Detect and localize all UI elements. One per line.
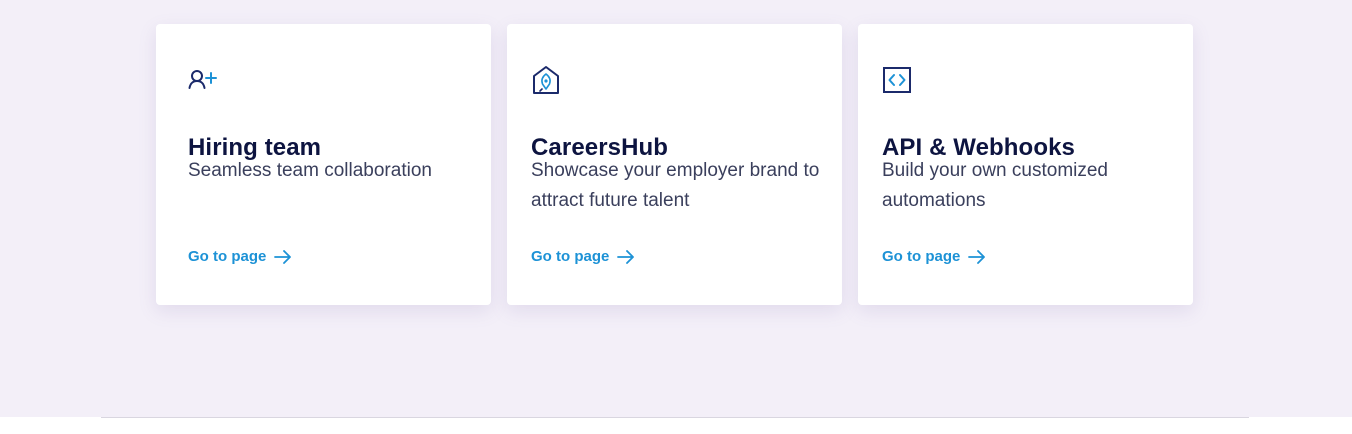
arrow-right-icon bbox=[274, 249, 292, 264]
next-section-edge bbox=[0, 417, 1352, 434]
feature-cards: Hiring team Seamless team collaboration … bbox=[156, 24, 1193, 305]
pen-nib-house-icon bbox=[533, 66, 559, 94]
link-label: Go to page bbox=[531, 248, 610, 265]
go-to-page-link[interactable]: Go to page bbox=[188, 248, 292, 265]
arrow-right-icon bbox=[617, 249, 635, 264]
card-api-webhooks: API & Webhooks Build your own customized… bbox=[858, 24, 1193, 305]
arrow-right-icon bbox=[968, 249, 986, 264]
go-to-page-link[interactable]: Go to page bbox=[531, 248, 635, 265]
card-hiring-team: Hiring team Seamless team collaboration … bbox=[156, 24, 491, 305]
link-label: Go to page bbox=[882, 248, 961, 265]
card-description: Seamless team collaboration bbox=[188, 160, 432, 181]
card-description: Build your own customized automations bbox=[882, 160, 1108, 211]
section-divider bbox=[101, 417, 1249, 418]
code-brackets-icon bbox=[883, 67, 911, 93]
card-description: Showcase your employer brand to attract … bbox=[531, 160, 820, 211]
card-careershub: CareersHub Showcase your employer brand … bbox=[507, 24, 842, 305]
go-to-page-link[interactable]: Go to page bbox=[882, 248, 986, 265]
add-user-icon bbox=[188, 70, 217, 89]
link-label: Go to page bbox=[188, 248, 267, 265]
